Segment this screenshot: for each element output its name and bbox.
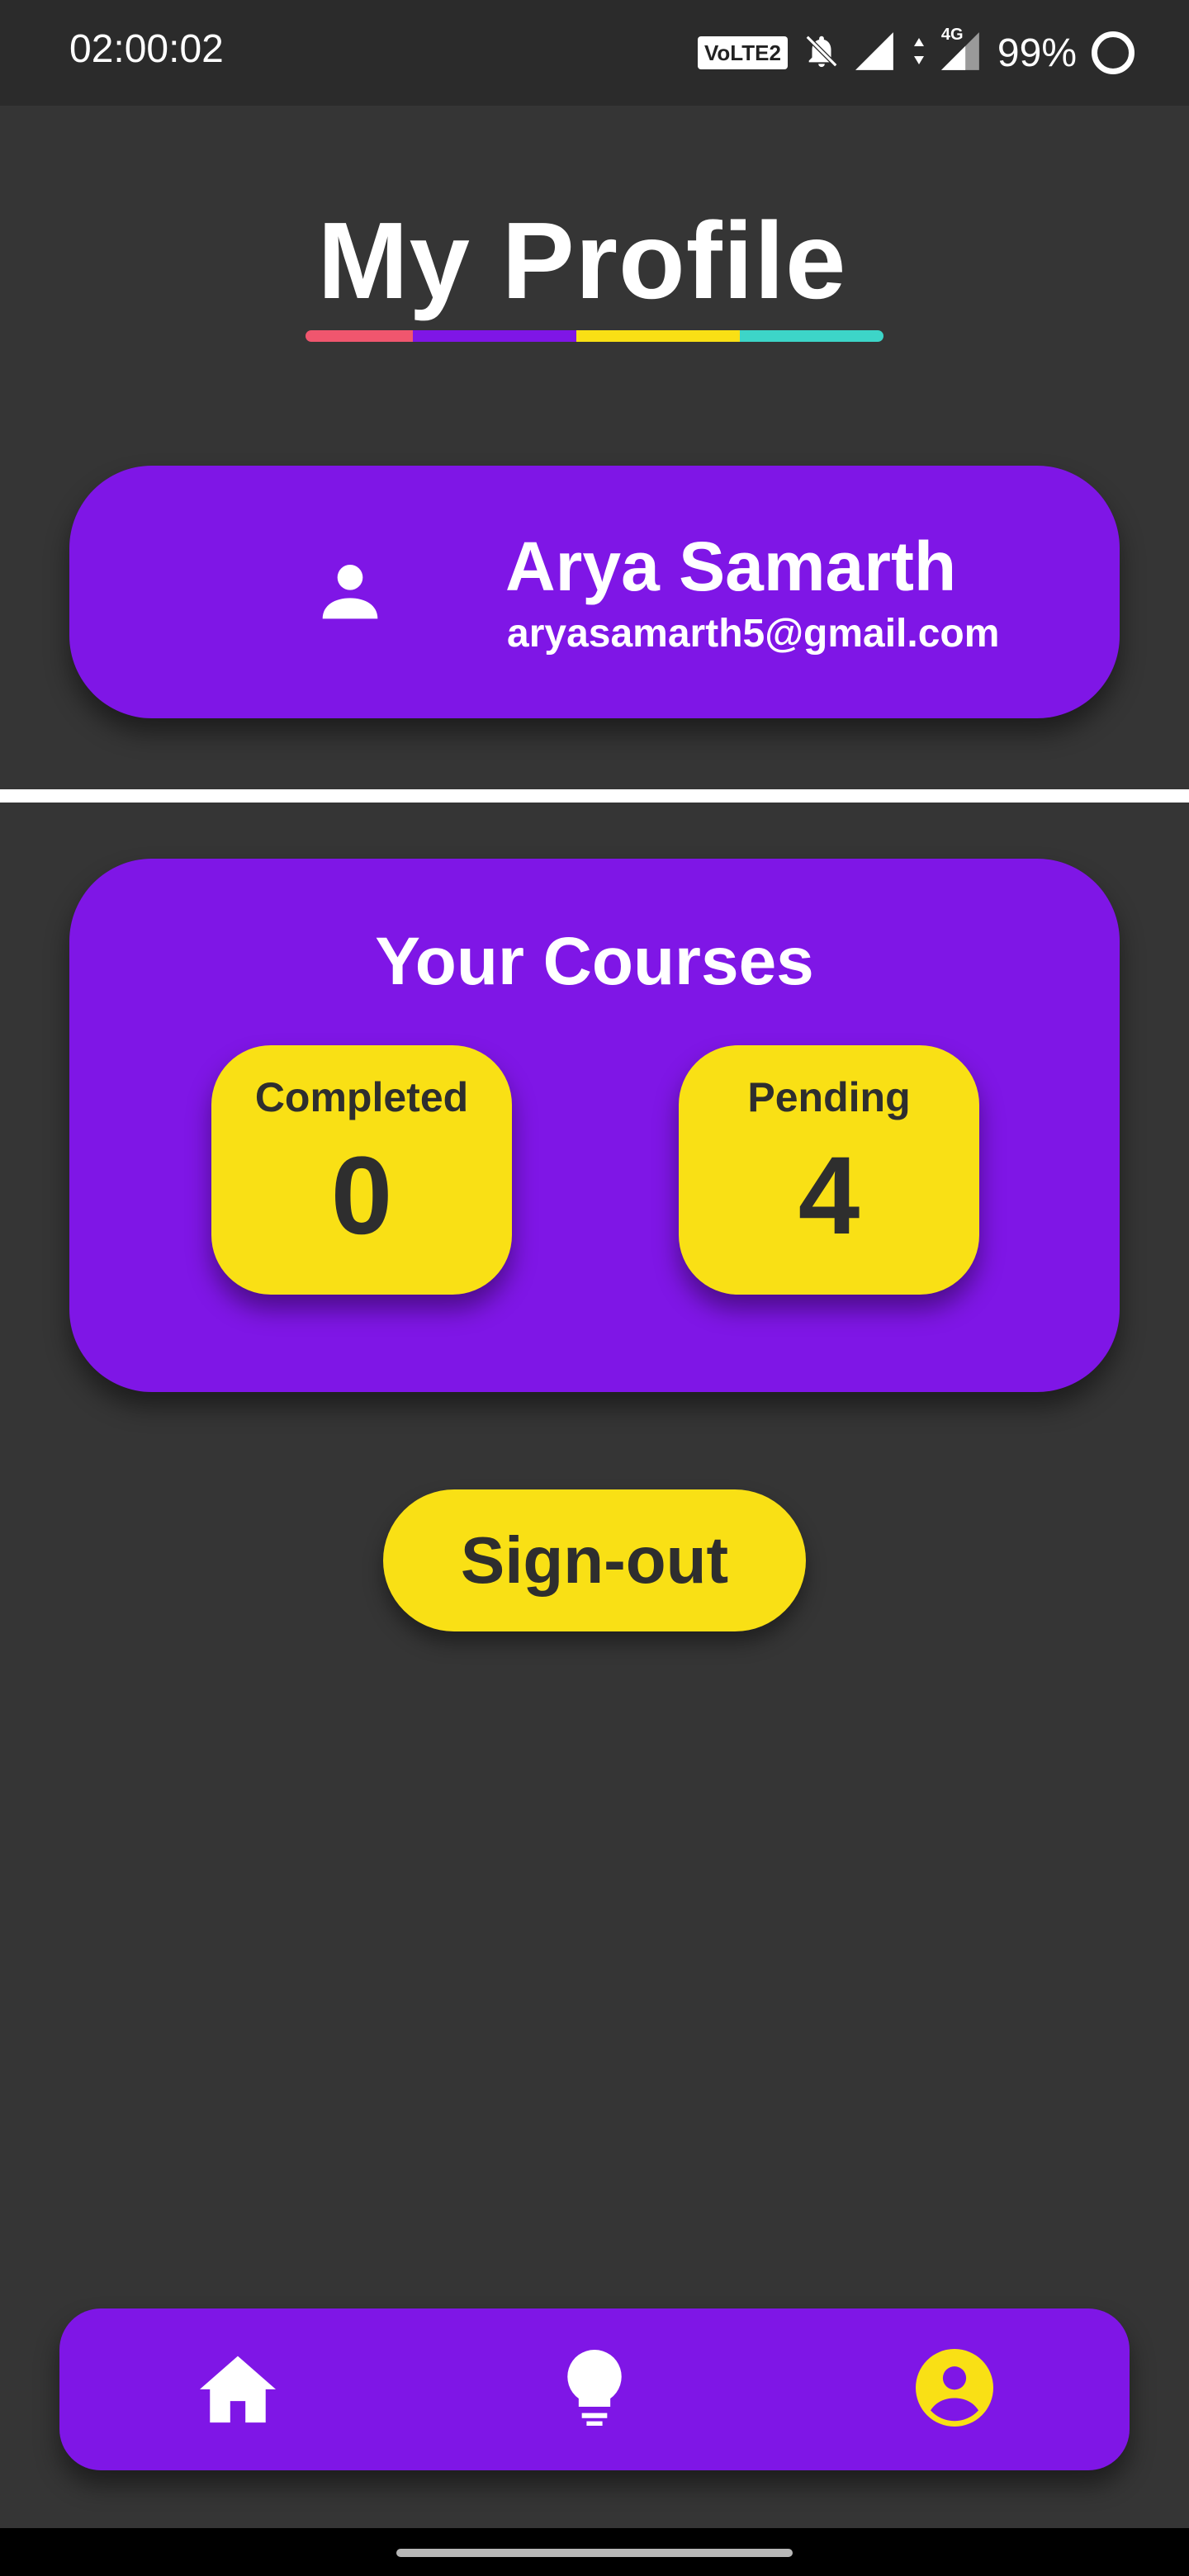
underline-segment-pink (306, 330, 413, 342)
status-icons: VoLTE2 4G 99% (697, 23, 1135, 83)
pending-count: 4 (798, 1134, 860, 1257)
courses-card: Your Courses Completed 0 Pending 4 (69, 859, 1120, 1392)
page-title: My Profile (317, 200, 847, 321)
bottom-nav (59, 2308, 1130, 2470)
network-type-label: 4G (940, 25, 964, 44)
pending-label: Pending (747, 1074, 911, 1120)
title-underline (306, 330, 883, 342)
underline-segment-purple (413, 330, 576, 342)
account-circle-icon (916, 2348, 993, 2431)
signal-icon (855, 31, 897, 74)
home-indicator[interactable] (396, 2549, 793, 2557)
person-icon (317, 558, 383, 624)
nav-ideas[interactable] (553, 2348, 636, 2431)
status-bar: 02:00:02 VoLTE2 4G 99% (0, 0, 1189, 106)
lightbulb-icon (565, 2349, 624, 2430)
completed-courses-box: Completed 0 (211, 1045, 512, 1295)
profile-card: Arya Samarth aryasamarth5@gmail.com (69, 466, 1120, 718)
underline-segment-teal (740, 330, 883, 342)
bell-off-icon (803, 32, 841, 74)
nav-home[interactable] (197, 2348, 279, 2431)
completed-count: 0 (330, 1134, 393, 1257)
underline-segment-yellow (576, 330, 740, 342)
home-icon (200, 2352, 276, 2427)
data-arrows-icon (912, 35, 926, 72)
profile-name: Arya Samarth (505, 528, 957, 605)
battery-icon (1092, 31, 1135, 74)
section-divider (0, 789, 1189, 803)
profile-email: aryasamarth5@gmail.com (507, 612, 1000, 656)
courses-title: Your Courses (375, 924, 814, 999)
completed-label: Completed (254, 1074, 469, 1120)
status-time: 02:00:02 (69, 27, 224, 71)
battery-percent: 99% (997, 31, 1077, 75)
signal-4g-icon: 4G (940, 26, 983, 74)
nav-profile[interactable] (913, 2348, 996, 2431)
signout-button[interactable]: Sign-out (383, 1489, 806, 1631)
volte-badge: VoLTE2 (697, 36, 788, 69)
pending-courses-box: Pending 4 (679, 1045, 979, 1295)
